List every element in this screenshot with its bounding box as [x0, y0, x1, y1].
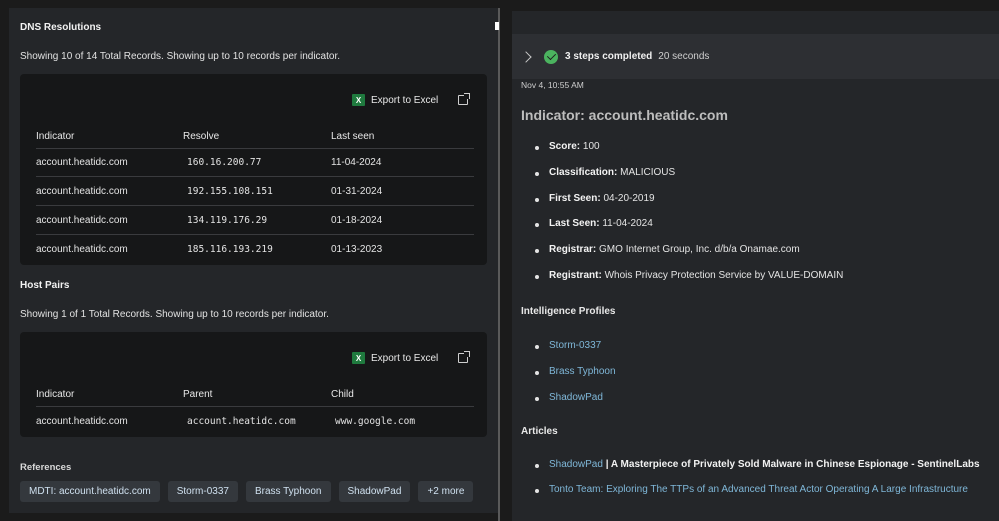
article-link[interactable]: ShadowPad	[549, 459, 603, 470]
profiles-title: Intelligence Profiles	[521, 306, 616, 317]
column-header[interactable]: Parent	[183, 389, 212, 400]
column-header[interactable]: Child	[331, 389, 354, 400]
divider	[36, 205, 474, 206]
column-header[interactable]: Indicator	[36, 131, 74, 142]
cell-indicator: account.heatidc.com	[36, 416, 128, 427]
cell-last-seen: 01-18-2024	[331, 215, 383, 226]
fact-value: 11-04-2024	[602, 218, 653, 230]
host-pairs-export-button[interactable]: X Export to Excel	[352, 352, 438, 364]
cell-indicator: account.heatidc.com	[36, 157, 128, 168]
articles-list: ShadowPad | A Masterpiece of Privately S…	[535, 459, 980, 509]
fact-key: First Seen:	[549, 192, 601, 204]
steps-completed-bar[interactable]: 3 steps completed 20 seconds	[512, 34, 999, 79]
cell-child: www.google.com	[335, 416, 416, 427]
divider	[36, 148, 474, 149]
external-link-icon[interactable]	[458, 93, 470, 105]
host-pairs-title: Host Pairs	[20, 280, 70, 291]
indicator-facts: Score: 100 Classification: MALICIOUS Fir…	[535, 141, 843, 296]
fact-key: Registrant:	[549, 269, 602, 281]
resize-handle[interactable]	[495, 22, 499, 30]
more-references-chip[interactable]: +2 more	[418, 481, 474, 502]
fact-value: Whois Privacy Protection Service by VALU…	[604, 269, 844, 281]
article-link[interactable]: Tonto Team: Exploring The TTPs of an Adv…	[549, 484, 968, 495]
fact-key: Classification:	[549, 166, 618, 178]
fact-value: 04-20-2019	[603, 192, 655, 204]
left-panel: DNS Resolutions Showing 10 of 14 Total R…	[9, 8, 498, 513]
cell-indicator: account.heatidc.com	[36, 186, 128, 197]
article-item: ShadowPad | A Masterpiece of Privately S…	[535, 459, 980, 484]
steps-duration: 20 seconds	[658, 51, 710, 62]
divider	[36, 176, 474, 177]
excel-icon: X	[352, 94, 365, 106]
profile-link[interactable]: Brass Typhoon	[535, 366, 616, 392]
fact-key: Score:	[549, 141, 581, 152]
divider	[36, 406, 474, 407]
fact-score: Score: 100	[535, 141, 843, 167]
references-title: References	[20, 462, 72, 473]
cell-resolve: 160.16.200.77	[187, 157, 262, 168]
reference-chips: MDTI: account.heatidc.com Storm-0337 Bra…	[20, 481, 474, 502]
column-header[interactable]: Resolve	[183, 131, 219, 142]
chevron-right-icon[interactable]	[520, 50, 532, 63]
articles-title: Articles	[521, 426, 558, 437]
fact-key: Registrar:	[549, 244, 597, 256]
steps-label: 3 steps completed	[565, 51, 653, 62]
panel-divider[interactable]	[498, 8, 500, 521]
check-circle-icon	[544, 49, 558, 64]
dns-title: DNS Resolutions	[20, 22, 102, 33]
host-pairs-card: X Export to Excel Indicator Parent Child…	[20, 332, 487, 437]
indicator-heading: Indicator: account.heatidc.com	[521, 107, 728, 123]
profiles-list: Storm-0337 Brass Typhoon ShadowPad	[535, 340, 616, 418]
cell-last-seen: 11-04-2024	[331, 157, 382, 168]
fact-last-seen: Last Seen: 11-04-2024	[535, 218, 843, 244]
reference-chip[interactable]: MDTI: account.heatidc.com	[20, 481, 160, 502]
cell-parent: account.heatidc.com	[187, 416, 296, 427]
dns-summary: Showing 10 of 14 Total Records. Showing …	[20, 51, 341, 62]
host-pairs-summary: Showing 1 of 1 Total Records. Showing up…	[20, 309, 329, 320]
cell-indicator: account.heatidc.com	[36, 244, 128, 255]
profile-link[interactable]: ShadowPad	[535, 392, 616, 418]
article-item: Tonto Team: Exploring The TTPs of an Adv…	[535, 484, 980, 509]
external-link-icon[interactable]	[458, 351, 470, 363]
excel-icon: X	[352, 352, 365, 364]
fact-key: Last Seen:	[549, 218, 600, 230]
cell-last-seen: 01-13-2023	[331, 244, 383, 255]
dns-export-label: Export to Excel	[371, 94, 439, 106]
article-title: | A Masterpiece of Privately Sold Malwar…	[602, 459, 980, 470]
fact-classification: Classification: MALICIOUS	[535, 167, 843, 193]
dns-table-card: X Export to Excel Indicator Resolve Last…	[20, 74, 487, 265]
profile-link[interactable]: Storm-0337	[535, 340, 616, 366]
dns-export-button[interactable]: X Export to Excel	[352, 94, 438, 106]
divider	[36, 234, 474, 235]
cell-resolve: 185.116.193.219	[187, 244, 273, 255]
fact-registrar: Registrar: GMO Internet Group, Inc. d/b/…	[535, 244, 843, 270]
fact-registrant: Registrant: Whois Privacy Protection Ser…	[535, 270, 843, 296]
fact-value: MALICIOUS	[620, 166, 676, 178]
cell-indicator: account.heatidc.com	[36, 215, 128, 226]
reference-chip[interactable]: ShadowPad	[338, 481, 411, 502]
fact-value: 100	[582, 141, 600, 152]
right-panel: 3 steps completed 20 seconds Nov 4, 10:5…	[512, 11, 999, 521]
host-pairs-export-label: Export to Excel	[371, 352, 439, 364]
column-header[interactable]: Indicator	[36, 389, 74, 400]
column-header[interactable]: Last seen	[331, 131, 374, 142]
cell-resolve: 134.119.176.29	[187, 215, 268, 226]
fact-value: GMO Internet Group, Inc. d/b/a Onamae.co…	[599, 244, 800, 256]
cell-last-seen: 01-31-2024	[331, 186, 383, 197]
fact-first-seen: First Seen: 04-20-2019	[535, 193, 843, 219]
reference-chip[interactable]: Storm-0337	[167, 481, 238, 502]
cell-resolve: 192.155.108.151	[187, 186, 273, 197]
reference-chip[interactable]: Brass Typhoon	[245, 481, 331, 502]
timestamp: Nov 4, 10:55 AM	[521, 80, 584, 90]
